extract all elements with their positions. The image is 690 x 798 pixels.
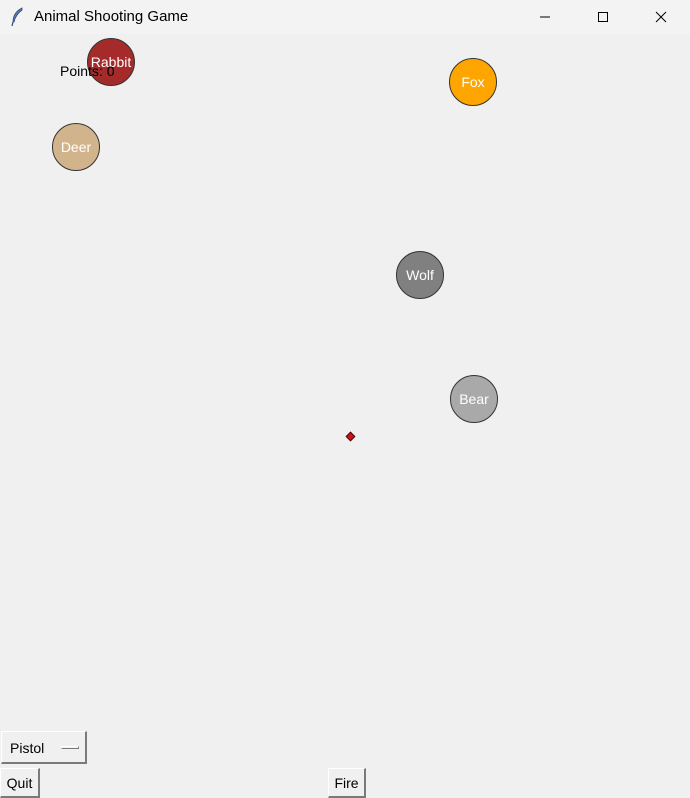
window-title: Animal Shooting Game xyxy=(34,8,189,25)
feather-icon xyxy=(10,7,26,27)
animal-label: Fox xyxy=(461,74,485,90)
option-menu-indicator-icon xyxy=(61,746,79,749)
animal-wolf[interactable]: Wolf xyxy=(396,251,444,299)
app-window: Animal Shooting Game Rabbit Fox Deer Wol… xyxy=(0,0,690,798)
fire-button[interactable]: Fire xyxy=(328,768,366,798)
quit-button[interactable]: Quit xyxy=(0,768,40,798)
minimize-icon xyxy=(540,16,550,18)
animal-fox[interactable]: Fox xyxy=(449,58,497,106)
maximize-icon xyxy=(598,12,608,22)
animal-label: Deer xyxy=(60,139,92,155)
animal-label: Bear xyxy=(459,391,489,407)
animal-label: Wolf xyxy=(406,267,434,283)
minimize-button[interactable] xyxy=(516,0,574,34)
close-button[interactable] xyxy=(632,0,690,34)
animal-deer[interactable]: Deer xyxy=(52,123,100,171)
animal-bear[interactable]: Bear xyxy=(450,375,498,423)
game-canvas[interactable]: Rabbit Fox Deer Wolf Bear Points: 0 xyxy=(0,34,690,728)
close-icon xyxy=(655,11,667,23)
title-bar: Animal Shooting Game xyxy=(0,0,690,34)
points-label: Points: 0 xyxy=(60,63,115,79)
weapon-selected-label: Pistol xyxy=(10,740,45,756)
maximize-button[interactable] xyxy=(574,0,632,34)
crosshair-marker xyxy=(345,431,356,442)
weapon-option-menu[interactable]: Pistol xyxy=(1,731,87,764)
